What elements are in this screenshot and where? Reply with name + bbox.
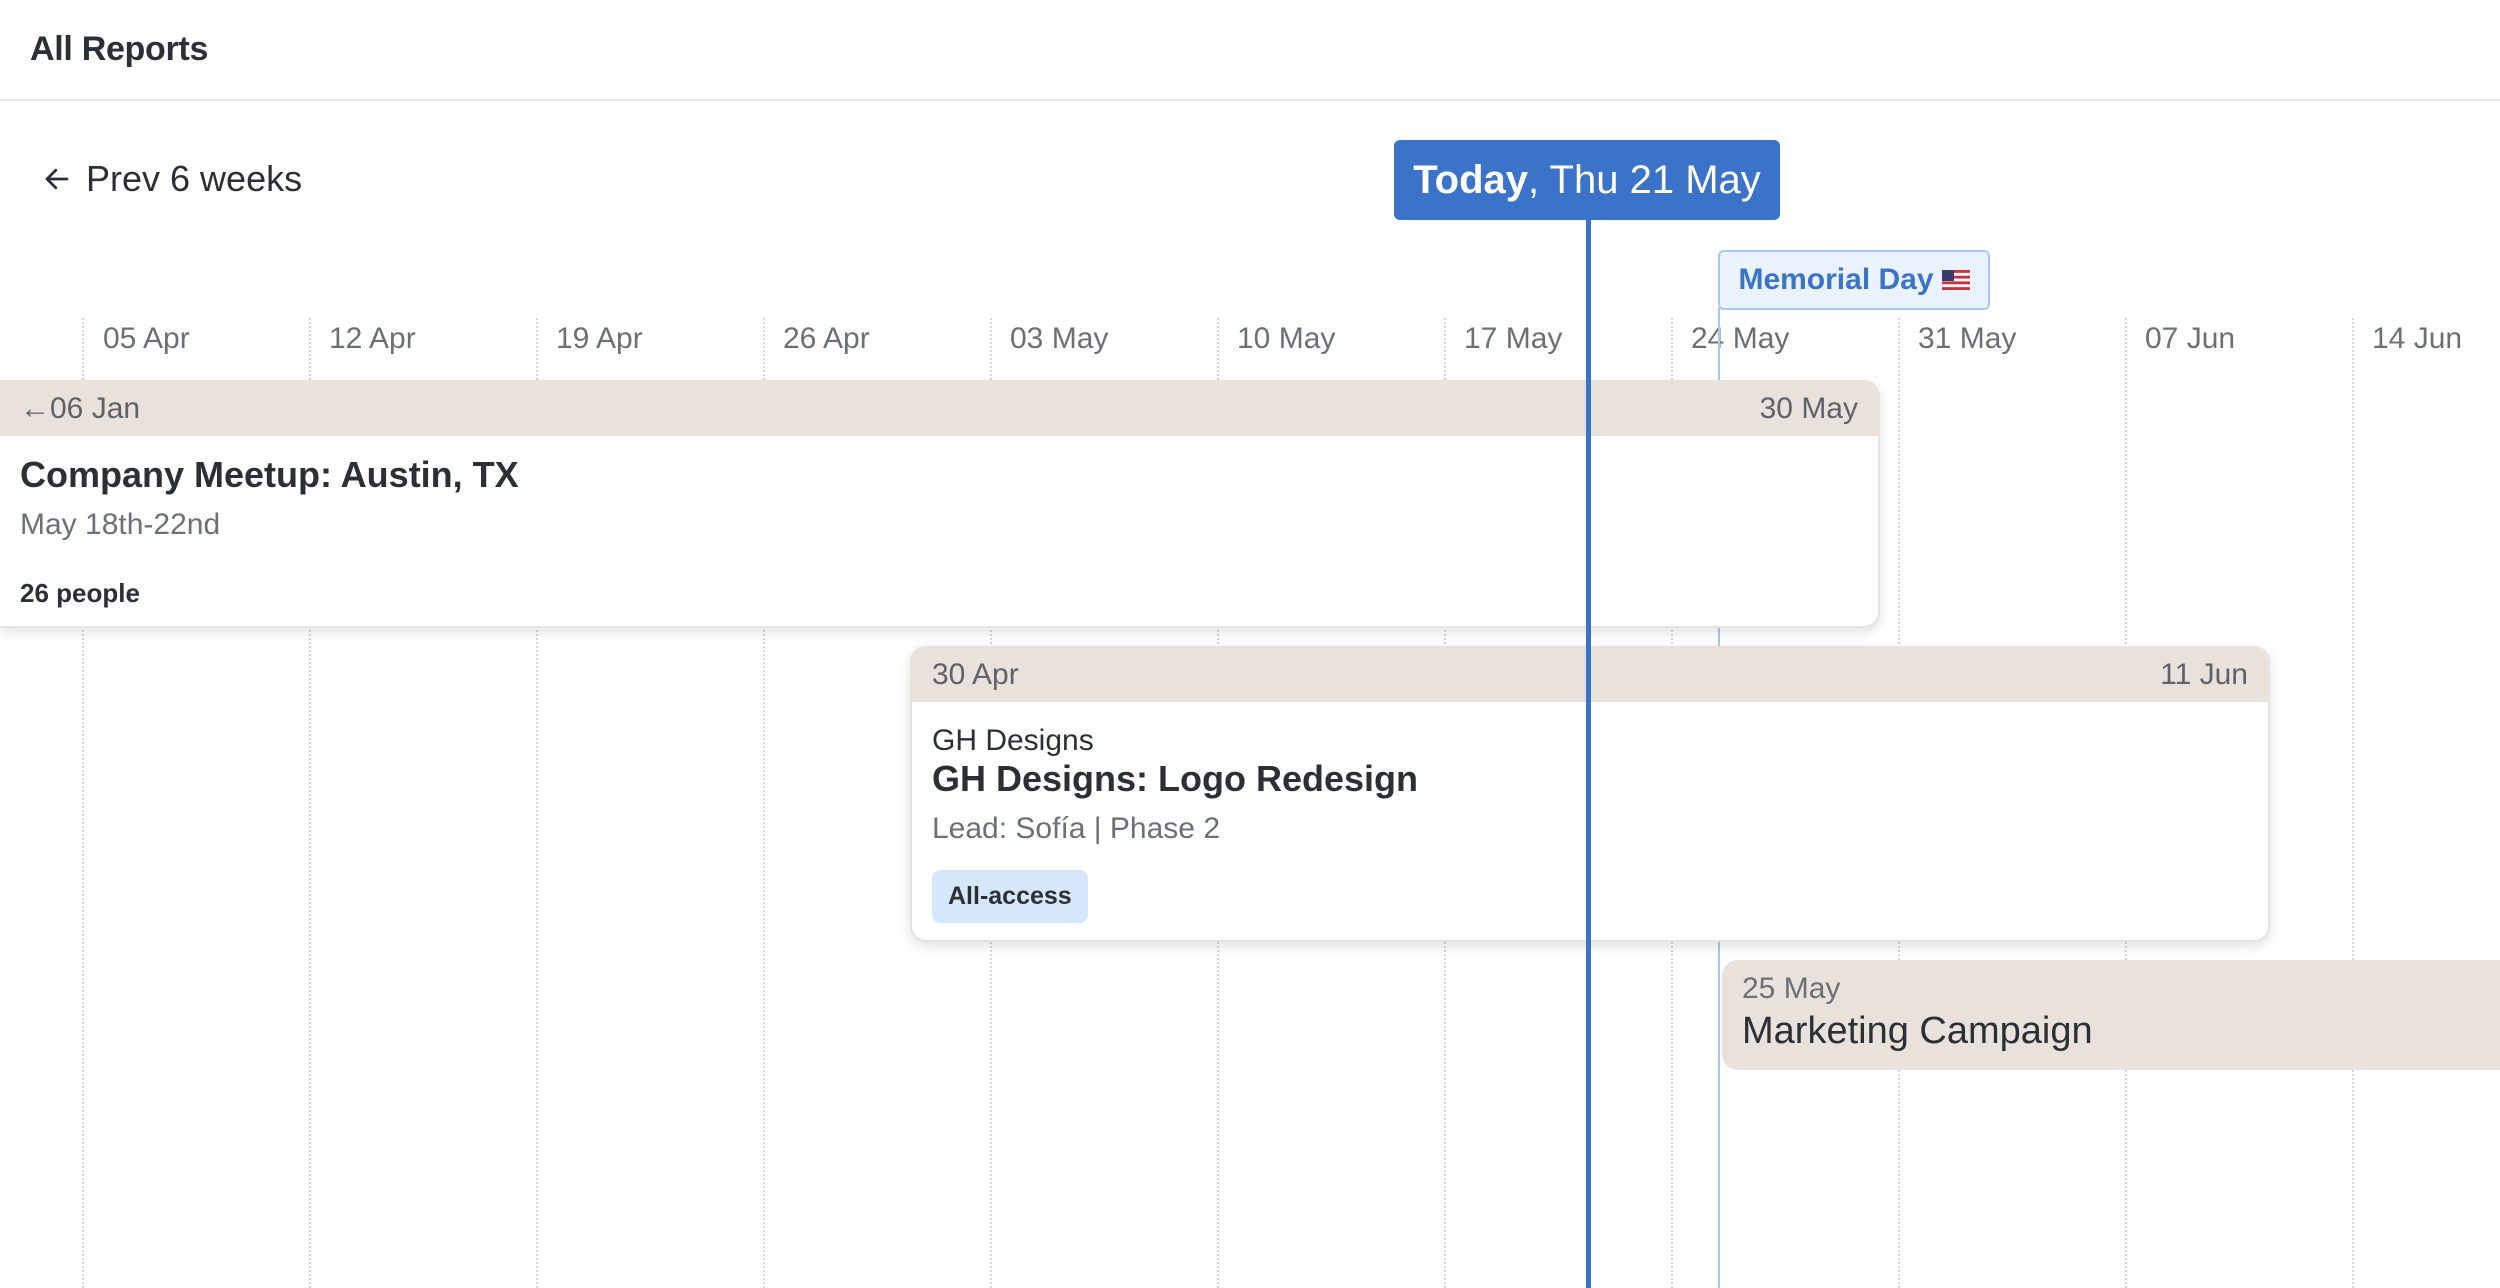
- week-label: 14 Jun: [2372, 322, 2463, 355]
- week-label: 17 May: [1464, 322, 1563, 355]
- event-card-company-meetup[interactable]: ←06 Jan 30 May Company Meetup: Austin, T…: [0, 380, 1880, 628]
- week-label: 03 May: [1010, 322, 1109, 355]
- today-date: , Thu 21 May: [1528, 157, 1761, 202]
- event-end-date: 30 May: [1759, 392, 1858, 425]
- flag-us-icon: [1941, 270, 1970, 290]
- week-label: 10 May: [1237, 322, 1336, 355]
- event-start-date: 30 Apr: [932, 658, 1019, 691]
- week-gridline: [2352, 318, 2354, 1288]
- event-people-count: 26 people: [20, 578, 140, 608]
- week-label: 31 May: [1918, 322, 2017, 355]
- today-badge: Today, Thu 21 May: [1394, 140, 1780, 220]
- event-start-date: 25 May: [1742, 972, 1841, 1005]
- event-end-date: 11 Jun: [2160, 658, 2248, 691]
- access-tag: All-access: [932, 870, 1088, 923]
- week-label: 12 Apr: [329, 322, 416, 355]
- top-header: All Reports: [0, 0, 2500, 101]
- holiday-badge[interactable]: Memorial Day: [1718, 250, 1990, 310]
- arrow-left-small-icon: ←: [20, 392, 50, 425]
- week-label: 07 Jun: [2145, 322, 2236, 355]
- event-subtitle: May 18th-22nd: [20, 508, 221, 541]
- event-title: Marketing Campaign: [1742, 1010, 2093, 1052]
- week-label: 24 May: [1691, 322, 1790, 355]
- today-label: Today: [1413, 157, 1529, 202]
- event-start-date: ←06 Jan: [20, 392, 141, 425]
- holiday-label: Memorial Day: [1738, 263, 1934, 296]
- page-title: All Reports: [30, 30, 209, 68]
- event-date-range: ←06 Jan 30 May: [0, 382, 1878, 436]
- week-label: 19 Apr: [556, 322, 643, 355]
- prev-6-weeks-label: Prev 6 weeks: [86, 158, 303, 199]
- week-label: 05 Apr: [103, 322, 190, 355]
- prev-6-weeks-button[interactable]: Prev 6 weeks: [42, 158, 302, 200]
- event-bar-marketing-campaign[interactable]: 25 May Marketing Campaign: [1722, 960, 2500, 1070]
- week-label: 26 Apr: [783, 322, 870, 355]
- today-marker-line: [1586, 210, 1591, 1288]
- event-title: Company Meetup: Austin, TX: [20, 454, 519, 495]
- arrow-left-icon: [45, 168, 69, 190]
